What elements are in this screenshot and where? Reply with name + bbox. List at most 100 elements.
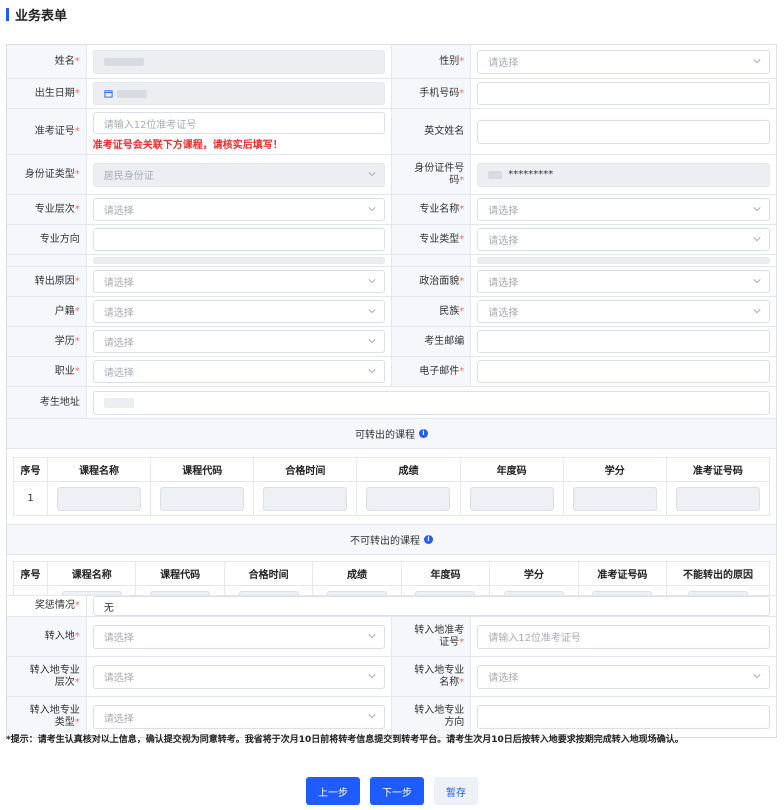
to-type-select[interactable]: 请选择 — [92, 705, 385, 729]
cell-course-name — [46, 585, 137, 595]
cell-to-type: 请选择 — [87, 697, 392, 737]
course-code-field[interactable] — [150, 590, 211, 595]
cell-major-level: 请选择 — [87, 195, 392, 224]
label-gender: 性别 * — [391, 45, 472, 78]
cell-exam-no: 请输入12位准考证号 准考证号会关联下方课程，请核实后填写！ — [87, 109, 392, 154]
label-education: 学历 * — [7, 327, 87, 356]
col-exam-no: 准考证号码 — [577, 561, 668, 586]
birth-date-field[interactable] — [92, 82, 385, 105]
row-name-gender: 姓名 * 性别 * 请选择 — [7, 45, 776, 79]
label-address: 考生地址 — [7, 387, 87, 418]
transferable-courses-table-wrap: 序号 课程名称 课程代码 合格时间 成绩 年度码 学分 准考证号码 1 — [7, 449, 776, 525]
pass-time-field[interactable] — [238, 590, 299, 595]
score-field[interactable] — [366, 486, 451, 511]
label-to-exam-no: 转入地准考 证号* — [391, 617, 472, 656]
label-email: 电子邮件 * — [391, 357, 472, 386]
name-field[interactable] — [92, 49, 385, 74]
label-phone: 手机号码 * — [391, 79, 472, 108]
transferable-courses-table: 序号 课程名称 课程代码 合格时间 成绩 年度码 学分 准考证号码 1 — [13, 457, 771, 516]
cell-course-code — [150, 481, 255, 516]
awards-input[interactable]: 无 — [92, 596, 770, 616]
occupation-select[interactable]: 请选择 — [92, 360, 385, 383]
exam-no-field[interactable] — [592, 590, 653, 595]
course-name-field[interactable] — [57, 486, 142, 511]
chevron-down-icon — [753, 235, 761, 243]
label-hidden — [7, 255, 87, 266]
cell-birth — [87, 79, 392, 108]
col-index: 序号 — [13, 561, 48, 586]
cell-course-code — [135, 585, 225, 595]
major-name-select[interactable]: 请选择 — [477, 198, 770, 221]
redacted-name — [103, 57, 144, 66]
cell-to-level: 请选择 — [87, 657, 392, 696]
phone-input[interactable] — [477, 82, 770, 105]
info-icon[interactable]: i — [424, 535, 433, 544]
save-draft-button[interactable]: 暂存 — [434, 777, 478, 805]
cell-major-type: 请选择 — [471, 225, 776, 254]
gender-select[interactable]: 请选择 — [477, 49, 770, 74]
year-code-field[interactable] — [415, 590, 476, 595]
email-input[interactable] — [477, 360, 770, 383]
cell-id-no: ********* — [471, 155, 776, 194]
label-id-no: 身份证件号 码* — [391, 155, 472, 194]
to-exam-no-input[interactable]: 请输入12位准考证号 — [477, 624, 770, 649]
to-name-select[interactable]: 请选择 — [477, 664, 770, 689]
cell-to-direction — [471, 697, 776, 737]
row-major-direction-type: 专业方向 专业类型 * 请选择 — [7, 225, 776, 255]
chevron-down-icon — [367, 277, 376, 285]
year-code-field[interactable] — [469, 486, 554, 511]
cell-occupation: 请选择 — [87, 357, 392, 386]
course-name-field[interactable] — [61, 590, 122, 595]
transfer-reason-select[interactable]: 请选择 — [92, 270, 385, 293]
row-hidden — [7, 255, 776, 267]
chevron-down-icon — [367, 170, 376, 178]
chevron-down-icon — [367, 205, 376, 213]
ethnicity-select[interactable]: 请选择 — [477, 300, 770, 323]
id-type-select[interactable]: 居民身份证 — [92, 162, 385, 187]
col-pass-time: 合格时间 — [253, 457, 358, 482]
col-course-name: 课程名称 — [46, 561, 137, 586]
major-type-select[interactable]: 请选择 — [477, 228, 770, 251]
credit-field[interactable] — [572, 486, 657, 511]
chevron-down-icon — [367, 712, 376, 720]
label-transfer-to: 转入地 * — [7, 617, 87, 656]
cell-id-type: 居民身份证 — [87, 155, 392, 194]
postcode-input[interactable] — [477, 330, 770, 353]
label-english-name: 英文姓名 — [391, 109, 472, 154]
cell-year-code — [400, 585, 491, 595]
col-year-code: 年度码 — [459, 457, 564, 482]
reason-field[interactable] — [688, 590, 749, 595]
prev-button[interactable]: 上一步 — [306, 777, 360, 805]
political-select[interactable]: 请选择 — [477, 270, 770, 293]
id-number-field[interactable]: ********* — [477, 162, 770, 187]
exam-no-input[interactable]: 请输入12位准考证号 — [92, 112, 385, 134]
education-select[interactable]: 请选择 — [92, 330, 385, 353]
credit-field[interactable] — [503, 590, 564, 595]
score-field[interactable] — [327, 590, 388, 595]
cell-hidden-right — [471, 255, 776, 266]
household-select[interactable]: 请选择 — [92, 300, 385, 323]
transfer-to-select[interactable]: 请选择 — [92, 624, 385, 649]
cell-credit — [562, 481, 667, 516]
address-input[interactable] — [92, 390, 770, 415]
col-pass-time: 合格时间 — [223, 561, 314, 586]
chevron-down-icon — [367, 672, 376, 680]
label-to-type: 转入地专业 类型* — [7, 697, 87, 737]
major-direction-input[interactable] — [92, 228, 385, 251]
cell-score — [356, 481, 461, 516]
cell-pass-time — [253, 481, 358, 516]
to-direction-input[interactable] — [477, 705, 770, 729]
course-code-field[interactable] — [160, 486, 245, 511]
pass-time-field[interactable] — [263, 486, 348, 511]
cell-reason — [666, 585, 770, 595]
major-level-select[interactable]: 请选择 — [92, 198, 385, 221]
label-exam-no: 准考证号 * — [7, 109, 87, 154]
exam-no-field[interactable] — [675, 486, 760, 511]
cell-pass-time — [223, 585, 314, 595]
next-button[interactable]: 下一步 — [370, 777, 424, 805]
info-icon[interactable]: i — [419, 429, 428, 438]
english-name-input[interactable] — [477, 119, 770, 144]
cell-course-name — [46, 481, 152, 516]
to-level-select[interactable]: 请选择 — [92, 664, 385, 689]
cell-hidden-left — [87, 255, 392, 266]
